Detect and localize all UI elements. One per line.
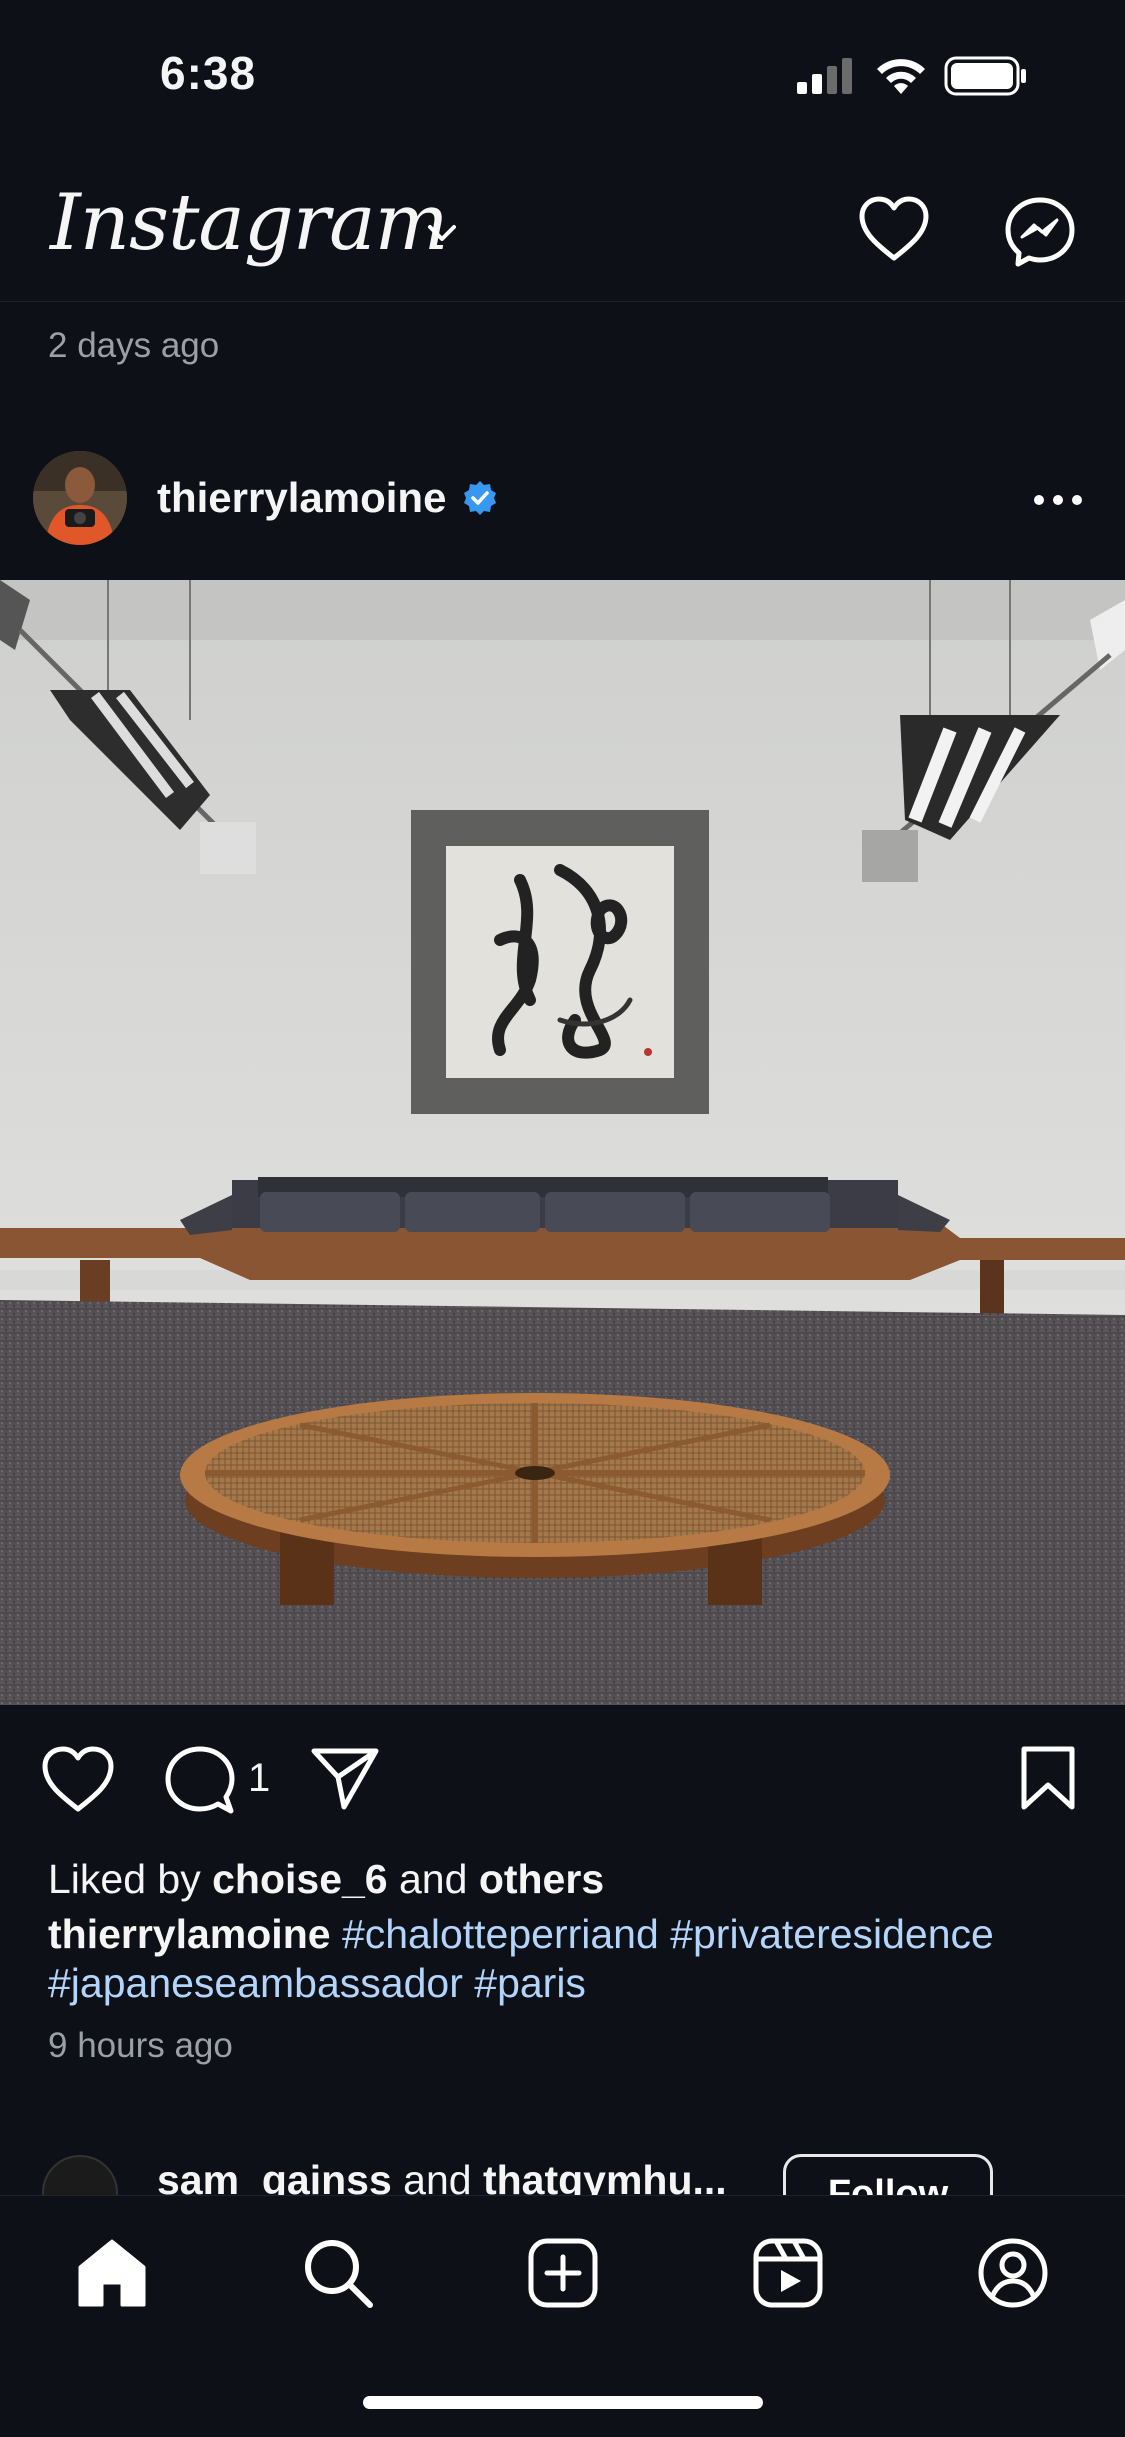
post-author-avatar[interactable]	[33, 451, 127, 545]
suggested-users-text[interactable]: sam_gainss and thatgymhu...	[157, 2157, 727, 2195]
instagram-logo[interactable]: Instagram	[50, 178, 449, 268]
profile-icon[interactable]	[977, 2237, 1049, 2309]
header-divider	[0, 301, 1125, 302]
comment-count[interactable]: 1	[248, 1756, 270, 1801]
post-photo[interactable]	[0, 580, 1125, 1705]
suggested-user-1[interactable]: sam_gainss	[157, 2157, 392, 2195]
previous-post-timestamp: 2 days ago	[48, 326, 220, 365]
hashtag[interactable]: #chalotteperriand	[342, 1911, 659, 1957]
suggested-and: and	[391, 2157, 483, 2195]
suggested-post-header: sam_gainss and thatgymhu... Follow	[0, 2140, 1125, 2195]
suggested-user-2[interactable]: thatgymhu...	[483, 2157, 727, 2195]
comment-icon[interactable]	[164, 1745, 236, 1817]
reels-icon[interactable]	[752, 2237, 824, 2309]
post-timestamp: 9 hours ago	[48, 2026, 233, 2065]
more-options-icon[interactable]	[1033, 494, 1083, 506]
search-icon[interactable]	[302, 2237, 374, 2309]
hashtag[interactable]: #privateresidence	[670, 1911, 994, 1957]
liked-by-others-link[interactable]: others	[479, 1856, 604, 1902]
like-heart-icon[interactable]	[40, 1745, 116, 1815]
share-icon[interactable]	[310, 1745, 380, 1811]
home-icon[interactable]	[76, 2237, 148, 2309]
bookmark-icon[interactable]	[1018, 1745, 1078, 1811]
home-indicator[interactable]	[363, 2396, 763, 2409]
post-username[interactable]: thierrylamoine	[157, 474, 446, 522]
liked-by-text: Liked by choise_6 and others	[48, 1856, 604, 1903]
hashtag[interactable]: #paris	[474, 1960, 586, 2006]
messenger-icon[interactable]	[1004, 196, 1076, 268]
notifications-heart-icon[interactable]	[858, 196, 930, 262]
chevron-down-icon[interactable]	[422, 214, 462, 254]
liked-by-and: and	[387, 1856, 479, 1902]
follow-button[interactable]: Follow	[783, 2154, 993, 2195]
post-caption: thierrylamoine #chalotteperriand #privat…	[48, 1910, 1088, 2008]
caption-username[interactable]: thierrylamoine	[48, 1911, 331, 1957]
suggested-avatar[interactable]	[42, 2155, 118, 2195]
wifi-icon	[877, 59, 925, 94]
liked-by-user-link[interactable]: choise_6	[212, 1856, 388, 1902]
liked-by-prefix: Liked by	[48, 1856, 213, 1902]
verified-badge-icon	[464, 481, 496, 515]
hashtag[interactable]: #japaneseambassador	[48, 1960, 463, 2006]
battery-icon	[944, 56, 1026, 96]
create-post-icon[interactable]	[527, 2237, 599, 2309]
status-time: 6:38	[160, 47, 257, 99]
cellular-signal-icon	[797, 58, 852, 94]
